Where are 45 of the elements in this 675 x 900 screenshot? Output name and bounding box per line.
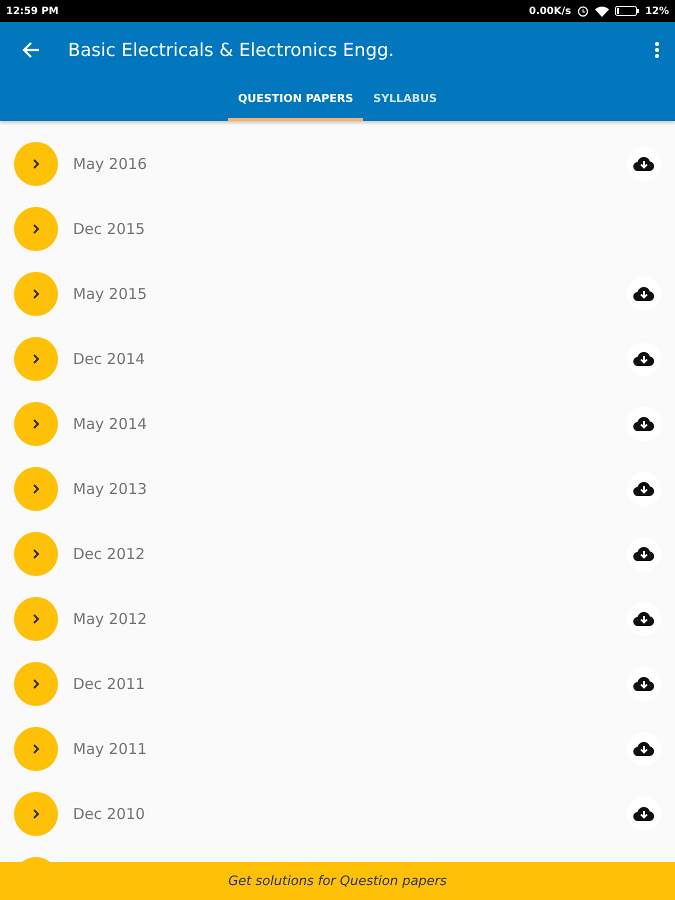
battery-icon [615,6,640,16]
banner-text: Get solutions for Question papers [228,874,447,888]
cloud-download-icon[interactable] [627,342,661,376]
tab[interactable]: QUESTION PAPERS [228,78,364,121]
alarm-icon [577,5,590,17]
tab[interactable]: SYLLABUS [363,78,447,121]
cloud-download-icon[interactable] [627,472,661,506]
chevron-right-icon [31,548,41,560]
paper-date: Dec 2011 [73,674,146,692]
cloud-download-icon[interactable] [627,796,661,830]
chevron-right-icon [31,678,41,690]
cloud-download-icon[interactable] [627,536,661,570]
paper-date: Dec 2010 [73,804,146,822]
chevron-right-icon [31,808,41,820]
chevron-right-icon [31,742,41,754]
paper-date: May 2012 [73,610,148,628]
cloud-download-icon[interactable] [627,406,661,440]
paper-date: Dec 2014 [73,350,146,368]
more-menu-icon[interactable] [655,42,659,58]
chevron-right-icon [31,418,41,430]
battery-level: 12% [645,6,669,16]
chevron-right-icon [31,158,41,170]
chevron-right-icon [31,352,41,364]
status-time: 12:59 PM [6,6,59,16]
chevron-right-icon [31,222,41,234]
network-speed: 0.00K/s [529,6,572,16]
chevron-right-icon [31,482,41,494]
cloud-download-icon[interactable] [627,146,661,180]
chevron-right-icon [31,612,41,624]
paper-date: May 2014 [73,414,148,432]
screen-title: Basic Electricals & Electronics Engg. [68,40,396,60]
cloud-download-icon[interactable] [627,276,661,310]
paper-date: May 2011 [73,740,148,758]
wifi-icon [595,6,610,16]
cloud-download-icon[interactable] [627,602,661,636]
paper-date: May 2016 [73,154,148,172]
cloud-download-icon[interactable] [627,732,661,766]
paper-date: May 2015 [73,284,148,302]
chevron-right-icon [31,288,41,300]
cloud-download-icon[interactable] [627,666,661,700]
back-arrow-icon[interactable] [22,41,40,59]
paper-date: May 2013 [73,480,148,498]
paper-date: Dec 2012 [73,544,146,562]
paper-date: Dec 2015 [73,220,146,238]
solutions-banner[interactable]: Get solutions for Question papers [0,862,675,900]
